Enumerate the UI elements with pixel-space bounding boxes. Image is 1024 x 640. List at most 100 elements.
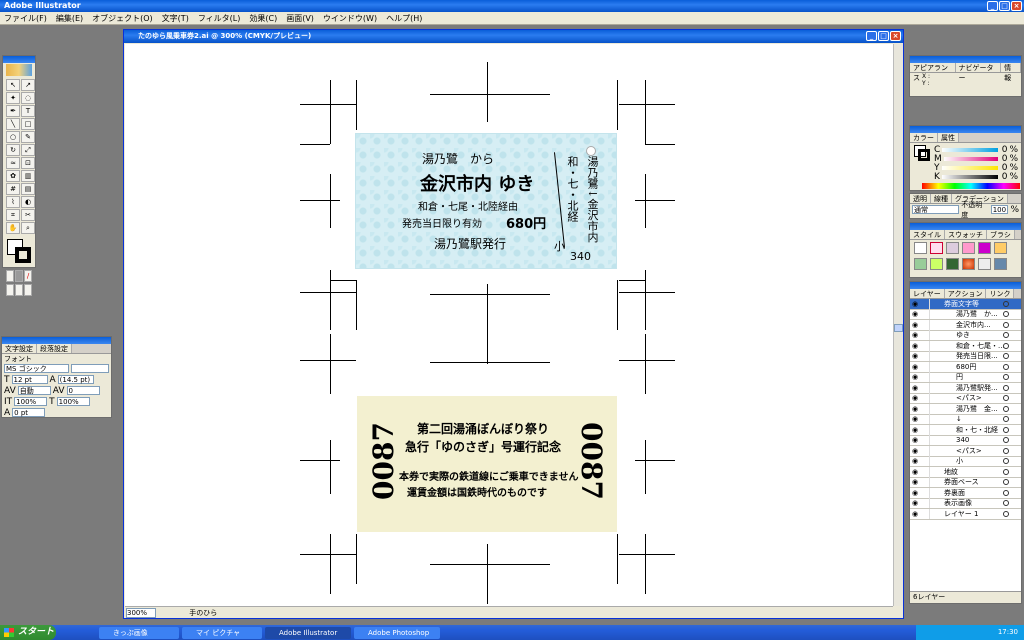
target-circle-icon[interactable] — [1003, 510, 1009, 517]
target-circle-icon[interactable] — [1003, 405, 1009, 412]
layer-row[interactable]: ◉ 湯乃鷺 金... — [910, 403, 1021, 415]
eyedropper-tool-icon[interactable]: ⌇ — [6, 196, 20, 208]
layer-row[interactable]: ◉ 和倉・七尾・... — [910, 340, 1021, 352]
layer-row[interactable]: ◉ 小 — [910, 456, 1021, 467]
ellipse-tool-icon[interactable]: ○ — [6, 131, 20, 143]
layer-row[interactable]: ◉ 券裏面 — [910, 487, 1021, 499]
menu-object[interactable]: オブジェクト(O) — [92, 13, 153, 24]
scale-tool-icon[interactable]: ⤢ — [21, 144, 35, 156]
tab-info[interactable]: 情報 — [1001, 63, 1021, 82]
lock-toggle[interactable] — [920, 403, 930, 414]
visibility-eye-icon[interactable]: ◉ — [910, 321, 920, 329]
visibility-eye-icon[interactable]: ◉ — [910, 363, 920, 371]
visibility-eye-icon[interactable]: ◉ — [910, 489, 920, 497]
color-stroke-swatch[interactable] — [918, 149, 930, 161]
hand-tool-icon[interactable]: ✋ — [6, 222, 20, 234]
visibility-eye-icon[interactable]: ◉ — [910, 510, 920, 518]
tab-paragraph[interactable]: 段落設定 — [37, 344, 72, 353]
lock-toggle[interactable] — [920, 330, 930, 341]
taskbar-item-my-pictures[interactable]: マイ ピクチャ — [182, 626, 262, 639]
visibility-eye-icon[interactable]: ◉ — [910, 373, 920, 381]
zoom-field[interactable]: 300% — [126, 608, 156, 618]
doc-close-button[interactable]: × — [890, 31, 901, 41]
gradient-mode-icon[interactable] — [15, 270, 23, 282]
style-swatch-10[interactable] — [962, 258, 975, 270]
target-circle-icon[interactable] — [1003, 332, 1009, 339]
color-mode-icon[interactable] — [6, 270, 14, 282]
direct-selection-tool-icon[interactable]: ↗ — [21, 79, 35, 91]
layer-row[interactable]: ◉ 湯乃鷺駅発... — [910, 382, 1021, 394]
tab-swatches[interactable]: スウォッチ — [945, 230, 987, 239]
target-circle-icon[interactable] — [1003, 426, 1009, 433]
visibility-eye-icon[interactable]: ◉ — [910, 499, 920, 507]
graph-tool-icon[interactable]: ▥ — [21, 170, 35, 182]
font-style-select[interactable] — [71, 364, 109, 373]
visibility-eye-icon[interactable]: ◉ — [910, 426, 920, 434]
lock-toggle[interactable] — [920, 340, 930, 351]
symbol-tool-icon[interactable]: ✿ — [6, 170, 20, 182]
target-circle-icon[interactable] — [1003, 363, 1009, 370]
lock-toggle[interactable] — [920, 393, 930, 404]
magic-wand-tool-icon[interactable]: ✦ — [6, 92, 20, 104]
none-mode-icon[interactable]: / — [24, 270, 32, 282]
visibility-eye-icon[interactable]: ◉ — [910, 436, 920, 444]
lock-toggle[interactable] — [920, 299, 930, 309]
target-circle-icon[interactable] — [1003, 311, 1009, 318]
visibility-eye-icon[interactable]: ◉ — [910, 405, 920, 413]
visibility-eye-icon[interactable]: ◉ — [910, 447, 920, 455]
style-swatch-1[interactable] — [914, 242, 927, 254]
font-family-select[interactable]: MS ゴシック — [4, 364, 70, 373]
layer-row[interactable]: ◉ 発売当日限... — [910, 351, 1021, 362]
style-swatch-11[interactable] — [978, 258, 991, 270]
lock-toggle[interactable] — [920, 414, 930, 425]
lock-toggle[interactable] — [920, 487, 930, 498]
layer-row[interactable]: ◉ 円 — [910, 372, 1021, 383]
layer-row[interactable]: ◉ 表示画像 — [910, 498, 1021, 509]
visibility-eye-icon[interactable]: ◉ — [910, 300, 920, 308]
artboard-canvas[interactable]: 湯乃鷺 から 金沢市内 ゆき 和倉・七尾・北陸経由 発売当日限り有効 680円 … — [125, 44, 893, 606]
tab-transparency[interactable]: 透明 — [910, 194, 931, 203]
layer-row[interactable]: ◉ 券面文字等 — [910, 299, 1021, 310]
style-swatch-2[interactable] — [930, 242, 943, 254]
menu-edit[interactable]: 編集(E) — [56, 13, 83, 24]
tab-appearance[interactable]: アピアランス — [910, 63, 956, 82]
target-circle-icon[interactable] — [1003, 384, 1009, 391]
layer-row[interactable]: ◉ 湯乃鷺 か... — [910, 309, 1021, 320]
layer-row[interactable]: ◉ <パス> — [910, 393, 1021, 404]
layer-row[interactable]: ◉ 地紋 — [910, 466, 1021, 478]
rectangle-tool-icon[interactable]: □ — [21, 118, 35, 130]
menu-file[interactable]: ファイル(F) — [4, 13, 47, 24]
layer-row[interactable]: ◉ 680円 — [910, 361, 1021, 373]
blend-tool-icon[interactable]: ◐ — [21, 196, 35, 208]
menu-filter[interactable]: フィルタ(L) — [198, 13, 241, 24]
target-circle-icon[interactable] — [1003, 321, 1009, 328]
scroll-thumb[interactable] — [894, 324, 903, 332]
visibility-eye-icon[interactable]: ◉ — [910, 415, 920, 423]
vertical-scrollbar[interactable] — [893, 44, 903, 606]
scissors-tool-icon[interactable]: ✂ — [21, 209, 35, 221]
tab-character[interactable]: 文字設定 — [2, 344, 37, 353]
style-swatch-9[interactable] — [946, 258, 959, 270]
visibility-eye-icon[interactable]: ◉ — [910, 384, 920, 392]
start-button[interactable]: スタート — [0, 625, 56, 640]
target-circle-icon[interactable] — [1003, 416, 1009, 423]
layer-row[interactable]: ◉ <パス> — [910, 445, 1021, 457]
lock-toggle[interactable] — [920, 435, 930, 446]
lock-toggle[interactable] — [920, 351, 930, 362]
screen-mode-icon[interactable] — [6, 284, 14, 296]
lock-toggle[interactable] — [920, 498, 930, 509]
kerning-field[interactable]: 自動 — [17, 386, 51, 395]
layer-row[interactable]: ◉ 340 — [910, 435, 1021, 446]
minimize-button[interactable]: _ — [987, 1, 998, 11]
visibility-eye-icon[interactable]: ◉ — [910, 310, 920, 318]
fill-stroke-control[interactable] — [6, 238, 32, 268]
visibility-eye-icon[interactable]: ◉ — [910, 352, 920, 360]
visibility-eye-icon[interactable]: ◉ — [910, 394, 920, 402]
pencil-tool-icon[interactable]: ✎ — [21, 131, 35, 143]
visibility-eye-icon[interactable]: ◉ — [910, 468, 920, 476]
tab-stroke[interactable]: 線種 — [931, 194, 952, 203]
style-swatch-3[interactable] — [946, 242, 959, 254]
ticket-back[interactable]: 第二回湯涌ぼんぼり祭り 急行「ゆのさぎ」号運行記念 本券で実際の鉄道線にご乗車で… — [357, 396, 617, 532]
taskbar-item-photoshop[interactable]: Adobe Photoshop — [354, 626, 440, 639]
target-circle-icon[interactable] — [1003, 447, 1009, 454]
